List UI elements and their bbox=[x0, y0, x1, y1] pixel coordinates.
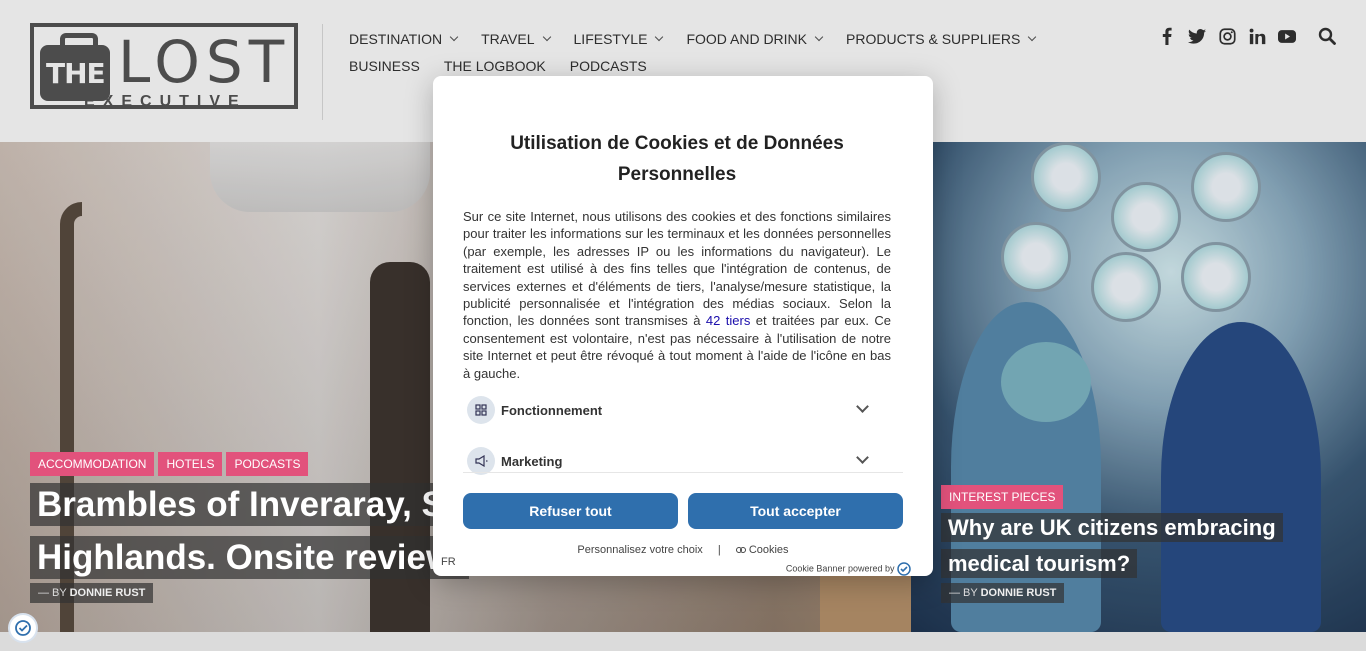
right-title-line-1: Why are UK citizens embracing bbox=[941, 513, 1283, 542]
chevron-down-icon[interactable] bbox=[856, 399, 869, 413]
category-tag[interactable]: INTEREST PIECES bbox=[941, 485, 1064, 509]
third-parties-link[interactable]: 42 tiers bbox=[706, 313, 750, 328]
grid-icon bbox=[467, 396, 495, 424]
modal-divider bbox=[463, 472, 903, 473]
link-icon bbox=[735, 544, 749, 556]
category-functioning[interactable]: Fonctionnement bbox=[467, 395, 885, 425]
left-byline: — BY DONNIE RUST bbox=[30, 583, 154, 603]
megaphone-icon bbox=[467, 447, 495, 475]
category-label: Marketing bbox=[501, 453, 563, 469]
right-byline: — BY DONNIE RUST bbox=[941, 583, 1065, 603]
left-article-tags: ACCOMMODATION HOTELS PODCASTS bbox=[30, 452, 309, 476]
powered-by[interactable]: Cookie Banner powered by bbox=[786, 562, 911, 576]
category-label: Fonctionnement bbox=[501, 402, 603, 418]
chevron-down-icon[interactable] bbox=[856, 450, 869, 464]
left-title-line-1: Brambles of Inveraray, Sco bbox=[30, 483, 493, 526]
accept-all-button[interactable]: Tout accepter bbox=[688, 493, 903, 529]
privacy-settings-icon[interactable] bbox=[8, 613, 38, 643]
usercentrics-icon bbox=[897, 562, 911, 576]
author-link[interactable]: DONNIE RUST bbox=[70, 587, 146, 599]
cookie-title: Utilisation de Cookies et de Données Per… bbox=[510, 133, 844, 185]
right-article-tags: INTEREST PIECES bbox=[941, 485, 1064, 509]
modal-links: Personnalisez votre choix | Cookies bbox=[577, 544, 789, 556]
right-title-line-2: medical tourism? bbox=[941, 549, 1138, 578]
right-article-title[interactable]: Why are UK citizens embracing medical to… bbox=[941, 510, 1341, 582]
cookies-link[interactable]: Cookies bbox=[749, 544, 789, 556]
left-title-line-2: Highlands. Onsite review. bbox=[30, 536, 469, 579]
cookie-description: Sur ce site Internet, nous utilisons des… bbox=[463, 209, 892, 381]
category-tag[interactable]: PODCASTS bbox=[226, 452, 309, 476]
language-selector[interactable]: FR bbox=[441, 556, 456, 568]
cookie-consent-modal: Utilisation de Cookies et de Données Per… bbox=[433, 76, 933, 576]
reject-all-button[interactable]: Refuser tout bbox=[463, 493, 678, 529]
customize-link[interactable]: Personnalisez votre choix bbox=[577, 544, 702, 556]
category-tag[interactable]: ACCOMMODATION bbox=[30, 452, 155, 476]
author-link[interactable]: DONNIE RUST bbox=[981, 587, 1057, 599]
category-tag[interactable]: HOTELS bbox=[158, 452, 223, 476]
